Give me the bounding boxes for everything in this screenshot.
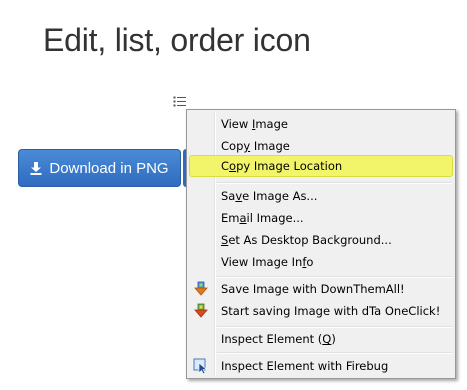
menu-separator [217,182,452,184]
menu-item-label: Copy Image Location [221,159,343,173]
menu-item-label: Inspect Element with Firebug [221,359,389,373]
menu-item-save-image-as[interactable]: Save Image As... [189,185,453,207]
dta-oneclick-icon [194,303,208,318]
menu-item-view-image-info[interactable]: View Image Info [189,251,453,273]
menu-item-inspect-with-firebug[interactable]: Inspect Element with Firebug [189,355,453,377]
menu-item-start-saving-dta-oneclick[interactable]: Start saving Image with dTa OneClick! [189,300,453,322]
menu-item-copy-image[interactable]: Copy Image [189,135,453,157]
menu-item-label: Start saving Image with dTa OneClick! [221,304,441,318]
context-menu: View Image Copy Image Copy Image Locatio… [186,109,456,379]
menu-item-inspect-element[interactable]: Inspect Element (Q) [189,328,453,350]
menu-item-label: Inspect Element (Q) [221,332,336,346]
menu-item-label: Copy Image [221,139,290,153]
firebug-inspect-icon [193,358,208,374]
menu-item-label: Save Image As... [221,189,318,203]
download-png-button[interactable]: Download in PNG [18,149,181,187]
ordered-list-icon[interactable] [173,96,187,108]
menu-item-email-image[interactable]: Email Image... [189,207,453,229]
menu-item-label: Email Image... [221,211,304,225]
menu-item-label: Save Image with DownThemAll! [221,282,405,296]
menu-item-label: Set As Desktop Background... [221,233,392,247]
menu-item-view-image[interactable]: View Image [189,113,453,135]
download-button-label: Download in PNG [49,159,169,177]
menu-separator [217,352,452,354]
page-title: Edit, list, order icon [43,22,311,58]
menu-item-label: View Image Info [221,255,314,269]
menu-item-save-with-downthemall[interactable]: Save Image with DownThemAll! [189,278,453,300]
download-icon [30,161,42,175]
downthemall-icon [194,281,208,296]
menu-item-set-desktop-background[interactable]: Set As Desktop Background... [189,229,453,251]
menu-item-copy-image-location[interactable]: Copy Image Location [189,155,453,177]
menu-item-label: View Image [221,117,288,131]
